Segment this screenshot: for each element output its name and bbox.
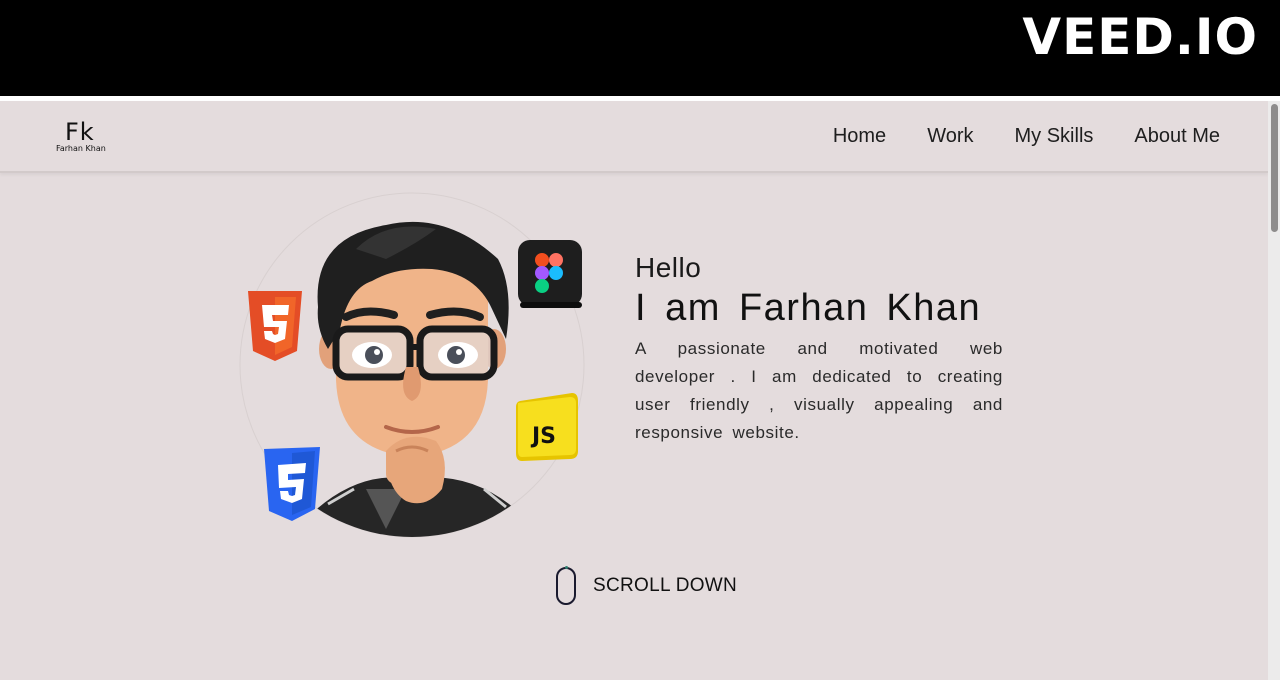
logo-mark: Fk — [65, 118, 95, 146]
hero-text: Hello I am Farhan Khan A passionate and … — [635, 251, 1015, 447]
scrollbar[interactable] — [1268, 101, 1280, 680]
navbar: Fk Farhan Khan Home Work My Skills About… — [0, 101, 1268, 173]
css3-icon — [264, 447, 320, 521]
logo[interactable]: Fk Farhan Khan — [56, 119, 126, 155]
svg-text:JS: JS — [530, 424, 556, 449]
nav-links: Home Work My Skills About Me — [792, 123, 1220, 149]
page: Fk Farhan Khan Home Work My Skills About… — [0, 101, 1280, 680]
avatar-illustration: JS — [236, 189, 596, 549]
greeting: Hello — [635, 252, 702, 283]
logo-subtitle: Farhan Khan — [56, 144, 106, 153]
scroll-down-label: SCROLL DOWN — [593, 575, 738, 596]
scroll-down-button[interactable]: SCROLL DOWN — [556, 566, 738, 605]
watermark-bar: VEED.IO — [0, 0, 1280, 96]
html5-icon — [248, 291, 302, 361]
nav-link-my-skills[interactable]: My Skills — [1015, 123, 1094, 149]
watermark-text: VEED.IO — [1022, 8, 1258, 66]
js-icon: JS — [516, 393, 578, 461]
scrollbar-thumb[interactable] — [1271, 104, 1278, 232]
nav-link-about-me[interactable]: About Me — [1134, 123, 1220, 149]
figma-icon — [518, 240, 582, 308]
hero-name: I am Farhan Khan — [635, 287, 982, 329]
hero-description: A passionate and motivated web developer… — [635, 339, 1003, 442]
mouse-icon — [556, 566, 576, 605]
nav-link-work[interactable]: Work — [927, 123, 973, 149]
nav-link-home[interactable]: Home — [833, 123, 886, 149]
